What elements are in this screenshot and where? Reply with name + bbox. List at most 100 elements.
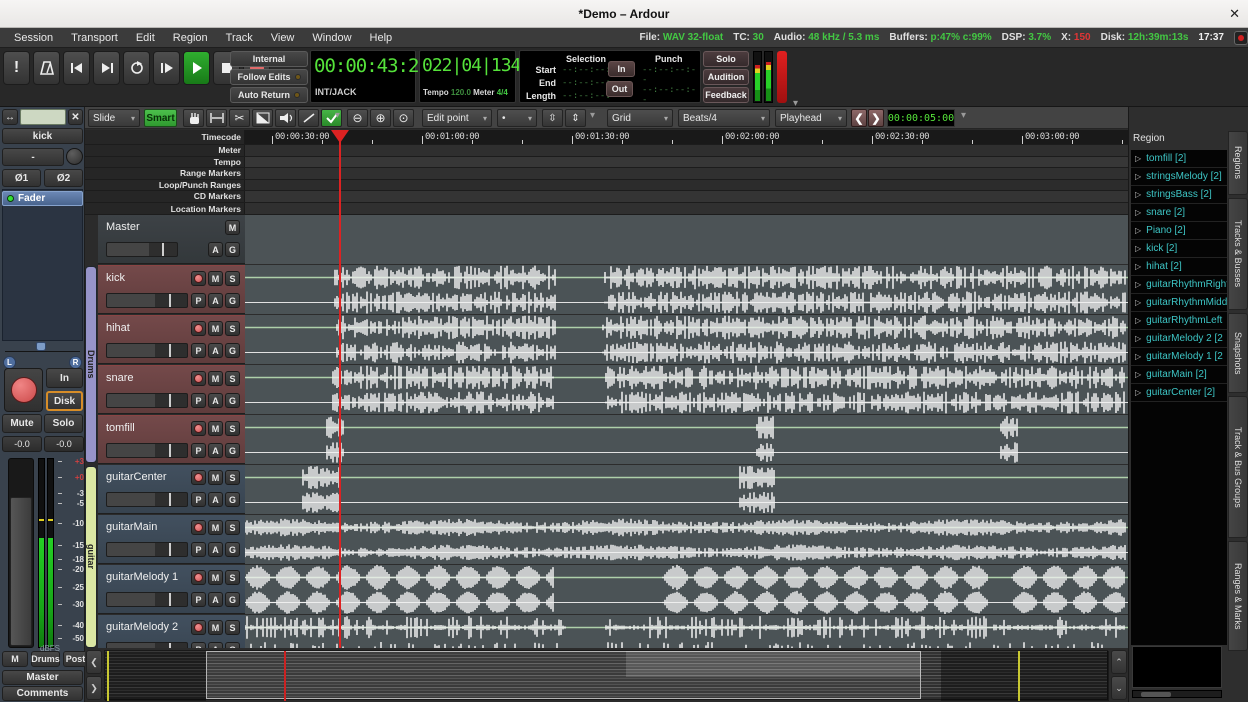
m-button[interactable]: M [208,620,223,635]
gain-fader-handle[interactable] [10,497,32,646]
ruler-band[interactable] [245,203,1128,215]
region-list-item[interactable]: ▷snare [2] [1131,204,1227,222]
trim-button[interactable]: - [2,148,64,166]
g-button[interactable]: G [225,343,240,358]
record-enable-button[interactable] [191,620,206,635]
g-button[interactable]: G [225,443,240,458]
feedback-button[interactable]: Feedback [703,87,749,103]
width-toggle-icon[interactable]: ↔ [2,109,18,125]
loop-button[interactable] [123,51,150,85]
expand-triangle-icon[interactable]: ▷ [1131,316,1146,325]
menu-edit[interactable]: Edit [128,28,163,48]
metronome-button[interactable] [33,51,60,85]
strip-tab-drums[interactable]: Drums [31,651,60,667]
record-enable-button[interactable] [191,421,206,436]
comments-button[interactable]: Comments [2,686,83,701]
nudge-forward-button[interactable]: ❯ [868,109,884,127]
track-header-master[interactable]: MasterMGA [98,215,245,264]
play-range-button[interactable] [153,51,180,85]
record-enable-button[interactable] [191,470,206,485]
edit-point-select[interactable]: Edit point▾ [422,109,492,127]
g-button[interactable]: G [225,492,240,507]
sidebar-tab-ranges-marks[interactable]: Ranges & Marks [1228,541,1248,651]
expand-triangle-icon[interactable]: ▷ [1131,298,1146,307]
nudge-back-button[interactable]: ❮ [851,109,867,127]
a-button[interactable]: A [208,242,223,257]
p-button[interactable]: P [191,592,206,607]
primary-clock[interactable]: 00:00:43:25 INT/JACK [310,50,416,103]
fader-processor[interactable]: Fader [2,191,83,206]
track-header-snare[interactable]: snareSMGAP [98,365,245,414]
grid-select[interactable]: Grid▾ [607,109,673,127]
chevron-down-icon[interactable]: ▾ [335,110,340,121]
expand-triangle-icon[interactable]: ▷ [1131,172,1146,181]
record-enable-button[interactable] [191,321,206,336]
processor-box[interactable] [2,189,83,341]
track-header-kick[interactable]: kickSMGAP [98,265,245,314]
m-button[interactable]: M [208,371,223,386]
menu-track[interactable]: Track [218,28,261,48]
region-list-item[interactable]: ▷guitarRhythmMidd [1131,294,1227,312]
punch-in-value[interactable]: --:--:--:-- [642,65,700,85]
expand-triangle-icon[interactable]: ▷ [1131,388,1146,397]
a-button[interactable]: A [208,492,223,507]
m-button[interactable]: M [208,520,223,535]
a-button[interactable]: A [208,343,223,358]
m-button[interactable]: M [208,271,223,286]
chevron-down-icon[interactable]: ▾ [590,110,595,121]
g-button[interactable]: G [225,542,240,557]
expand-triangle-icon[interactable]: ▷ [1131,280,1146,289]
scroll-up-button[interactable]: ⌃ [1111,650,1127,674]
secondary-clock[interactable]: 022|04|1341 Tempo 120.0 Meter 4/4 [419,50,516,103]
ruler-band[interactable] [245,168,1128,180]
nudge-clock[interactable]: 00:00:05:00 [887,109,955,127]
expand-triangle-icon[interactable]: ▷ [1131,154,1146,163]
region-list-item[interactable]: ▷guitarMelody 1 [2 [1131,348,1227,366]
s-button[interactable]: S [225,470,240,485]
track-header-tomfill[interactable]: tomfillSMGAP [98,415,245,464]
group-strip-guitar[interactable]: guitar [85,466,97,648]
cut-tool-button[interactable]: ✂ [229,109,250,127]
region-list-item[interactable]: ▷Piano [2] [1131,222,1227,240]
close-strip-icon[interactable]: ✕ [68,109,83,125]
g-button[interactable]: G [225,293,240,308]
ruler-band[interactable] [245,157,1128,169]
playhead-line[interactable] [339,130,341,648]
follow-edits-button[interactable]: Follow Edits [230,69,308,85]
m-button[interactable]: M [225,220,240,235]
menu-window[interactable]: Window [304,28,359,48]
scroll-right-button[interactable]: ❯ [86,676,102,700]
ruler-band[interactable] [245,145,1128,157]
processor-active-led[interactable] [7,195,14,202]
vertical-expand-button[interactable]: ⇕ [565,109,586,127]
region-list-item[interactable]: ▷stringsBass [2] [1131,186,1227,204]
record-arm-button[interactable] [4,368,43,412]
expand-triangle-icon[interactable]: ▷ [1131,208,1146,217]
ruler-band[interactable] [245,191,1128,203]
menu-region[interactable]: Region [165,28,216,48]
s-button[interactable]: S [225,620,240,635]
go-end-button[interactable] [93,51,120,85]
scroll-left-button[interactable]: ❮ [86,650,102,674]
grid-type-select[interactable]: Beats/4▾ [678,109,770,127]
region-list-item[interactable]: ▷guitarMelody 2 [2 [1131,330,1227,348]
s-button[interactable]: S [225,421,240,436]
zoom-fit-button[interactable]: ⊙ [393,109,414,127]
region-list-item[interactable]: ▷guitarRhythmLeft [1131,312,1227,330]
m-button[interactable]: M [208,470,223,485]
g-button[interactable]: G [225,393,240,408]
phase-2-button[interactable]: Ø2 [44,169,83,187]
track-fader[interactable] [106,592,188,607]
monitor-input-button[interactable]: In [46,368,83,388]
timecode-ruler[interactable]: 00:00:30:0000:01:00:0000:01:30:0000:02:0… [245,130,1128,145]
g-button[interactable]: G [225,592,240,607]
s-button[interactable]: S [225,371,240,386]
track-header-guitarmain[interactable]: guitarMainSMGAP [98,515,245,564]
a-button[interactable]: A [208,393,223,408]
fade-tool-button[interactable] [252,109,273,127]
s-button[interactable]: S [225,570,240,585]
s-button[interactable]: S [225,271,240,286]
master-button[interactable]: Master [2,670,83,685]
track-fader[interactable] [106,293,188,308]
strip-name-input[interactable] [20,109,66,125]
